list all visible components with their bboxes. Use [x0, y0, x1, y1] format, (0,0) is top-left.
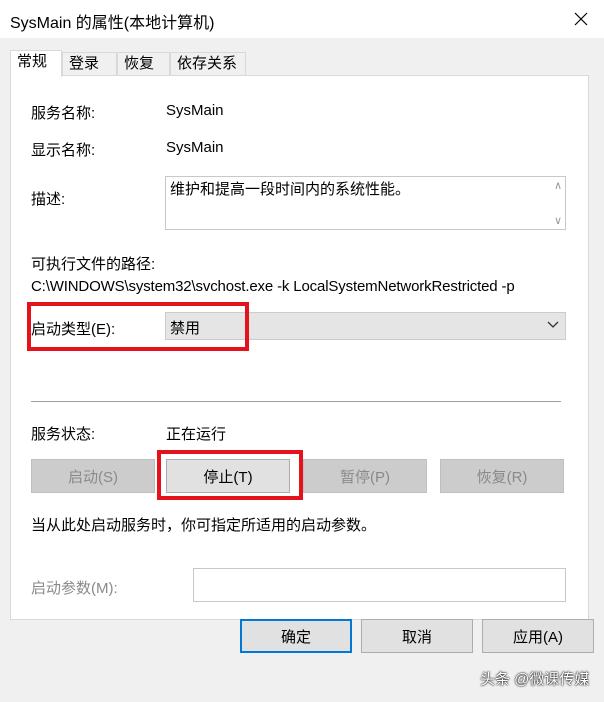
display-name-value: SysMain	[166, 139, 224, 156]
tab-general[interactable]: 常规	[10, 50, 62, 77]
startup-type-highlight	[27, 302, 249, 351]
apply-button[interactable]: 应用(A)	[482, 619, 594, 653]
watermark: 头条 @微课传媒	[480, 671, 590, 688]
scroll-up-icon[interactable]: ∧	[554, 179, 562, 192]
section-divider	[31, 401, 561, 402]
title-bar: SysMain 的属性(本地计算机)	[0, 0, 604, 38]
exe-path-label: 可执行文件的路径:	[31, 256, 156, 273]
scroll-down-icon[interactable]: ∨	[554, 214, 562, 227]
service-name-label: 服务名称:	[31, 105, 96, 122]
close-icon	[574, 12, 588, 26]
service-status-value: 正在运行	[166, 426, 227, 443]
stop-button-highlight	[157, 450, 303, 500]
tab-dependencies[interactable]: 依存关系	[170, 52, 246, 76]
description-textbox[interactable]: 维护和提高一段时间内的系统性能。 ∧ ∨	[165, 176, 566, 230]
chevron-down-icon	[547, 321, 559, 328]
dialog-body: 常规 登录 恢复 依存关系 服务名称: SysMain 显示名称: SysMai…	[0, 38, 604, 702]
tab-logon[interactable]: 登录	[62, 52, 117, 76]
start-params-hint: 当从此处启动服务时，你可指定所适用的启动参数。	[31, 517, 377, 534]
display-name-label: 显示名称:	[31, 142, 96, 159]
service-name-value: SysMain	[166, 102, 224, 119]
description-text: 维护和提高一段时间内的系统性能。	[170, 181, 411, 198]
start-button[interactable]: 启动(S)	[31, 459, 155, 493]
cancel-button[interactable]: 取消	[361, 619, 473, 653]
general-panel: 服务名称: SysMain 显示名称: SysMain 描述: 维护和提高一段时…	[10, 75, 589, 620]
tab-recovery[interactable]: 恢复	[117, 52, 170, 76]
exe-path-value: C:\WINDOWS\system32\svchost.exe -k Local…	[31, 278, 515, 295]
service-status-label: 服务状态:	[31, 426, 96, 443]
window-title: SysMain 的属性(本地计算机)	[10, 15, 215, 32]
close-button[interactable]	[558, 0, 604, 38]
description-label: 描述:	[31, 191, 66, 208]
start-params-label: 启动参数(M):	[31, 580, 118, 597]
resume-button[interactable]: 恢复(R)	[440, 459, 564, 493]
start-params-input[interactable]	[193, 568, 566, 602]
ok-button[interactable]: 确定	[240, 619, 352, 653]
pause-button[interactable]: 暂停(P)	[303, 459, 427, 493]
